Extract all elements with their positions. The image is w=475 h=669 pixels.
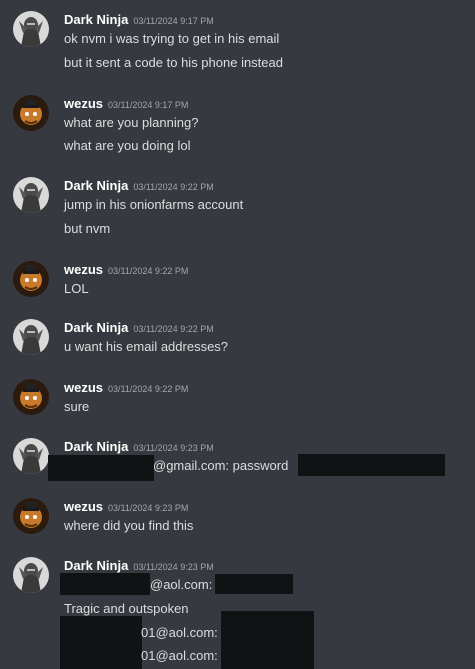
dark-ninja-avatar[interactable] [13,319,49,355]
redaction-block [60,616,142,669]
dark-ninja-avatar[interactable] [13,177,49,213]
message-text: 01@aol.com: [141,625,218,640]
username[interactable]: Dark Ninja [64,178,128,193]
redaction-block [215,574,293,594]
message-header: Dark Ninja 03/11/2024 9:17 PM [64,11,214,29]
message-text: LOL [64,281,89,296]
wezus-avatar-image [13,498,49,534]
message-text: jump in his onionfarms account [64,197,244,212]
wezus-avatar-image [13,379,49,415]
message-header: wezus 03/11/2024 9:23 PM [64,498,188,516]
message-text: @gmail.com: password [153,458,289,473]
wezus-avatar-image [13,261,49,297]
message-text: @aol.com: [150,577,213,592]
message-text: but it sent a code to his phone instead [64,55,283,70]
message-text: ok nvm i was trying to get in his email [64,31,280,46]
message-text: 01@aol.com: [141,648,218,663]
username[interactable]: wezus [64,380,103,395]
username[interactable]: wezus [64,262,103,277]
message-header: wezus 03/11/2024 9:22 PM [64,379,188,397]
timestamp: 03/11/2024 9:22 PM [108,266,189,276]
wezus-avatar[interactable] [13,379,49,415]
username[interactable]: Dark Ninja [64,320,128,335]
username[interactable]: Dark Ninja [64,558,128,573]
redaction-block [48,455,154,481]
message-text: what are you doing lol [64,138,191,153]
dark-ninja-avatar-image [13,11,49,47]
timestamp: 03/11/2024 9:17 PM [108,100,189,110]
dark-ninja-avatar-image [13,438,49,474]
message-header: Dark Ninja 03/11/2024 9:23 PM [64,438,214,456]
message-header: Dark Ninja 03/11/2024 9:22 PM [64,319,214,337]
timestamp: 03/11/2024 9:23 PM [133,562,214,572]
timestamp: 03/11/2024 9:22 PM [108,384,189,394]
timestamp: 03/11/2024 9:23 PM [108,503,189,513]
message-header: Dark Ninja 03/11/2024 9:22 PM [64,177,214,195]
username[interactable]: wezus [64,96,103,111]
wezus-avatar[interactable] [13,95,49,131]
timestamp: 03/11/2024 9:23 PM [133,443,214,453]
redaction-block [60,573,150,595]
message-text: where did you find this [64,518,194,533]
redaction-block [298,454,445,476]
dark-ninja-avatar[interactable] [13,438,49,474]
username[interactable]: Dark Ninja [64,12,128,27]
wezus-avatar-image [13,95,49,131]
wezus-avatar[interactable] [13,498,49,534]
dark-ninja-avatar-image [13,177,49,213]
message-text: Tragic and outspoken [64,601,189,616]
dark-ninja-avatar[interactable] [13,557,49,593]
message-text: u want his email addresses? [64,339,229,354]
timestamp: 03/11/2024 9:17 PM [133,16,214,26]
message-text: but nvm [64,221,111,236]
username[interactable]: Dark Ninja [64,439,128,454]
dark-ninja-avatar-image [13,319,49,355]
dark-ninja-avatar[interactable] [13,11,49,47]
dark-ninja-avatar-image [13,557,49,593]
username[interactable]: wezus [64,499,103,514]
message-header: wezus 03/11/2024 9:17 PM [64,95,188,113]
message-header: wezus 03/11/2024 9:22 PM [64,261,188,279]
timestamp: 03/11/2024 9:22 PM [133,182,214,192]
message-text: what are you planning? [64,115,199,130]
redaction-block [221,611,314,669]
message-text: sure [64,399,90,414]
wezus-avatar[interactable] [13,261,49,297]
timestamp: 03/11/2024 9:22 PM [133,324,214,334]
